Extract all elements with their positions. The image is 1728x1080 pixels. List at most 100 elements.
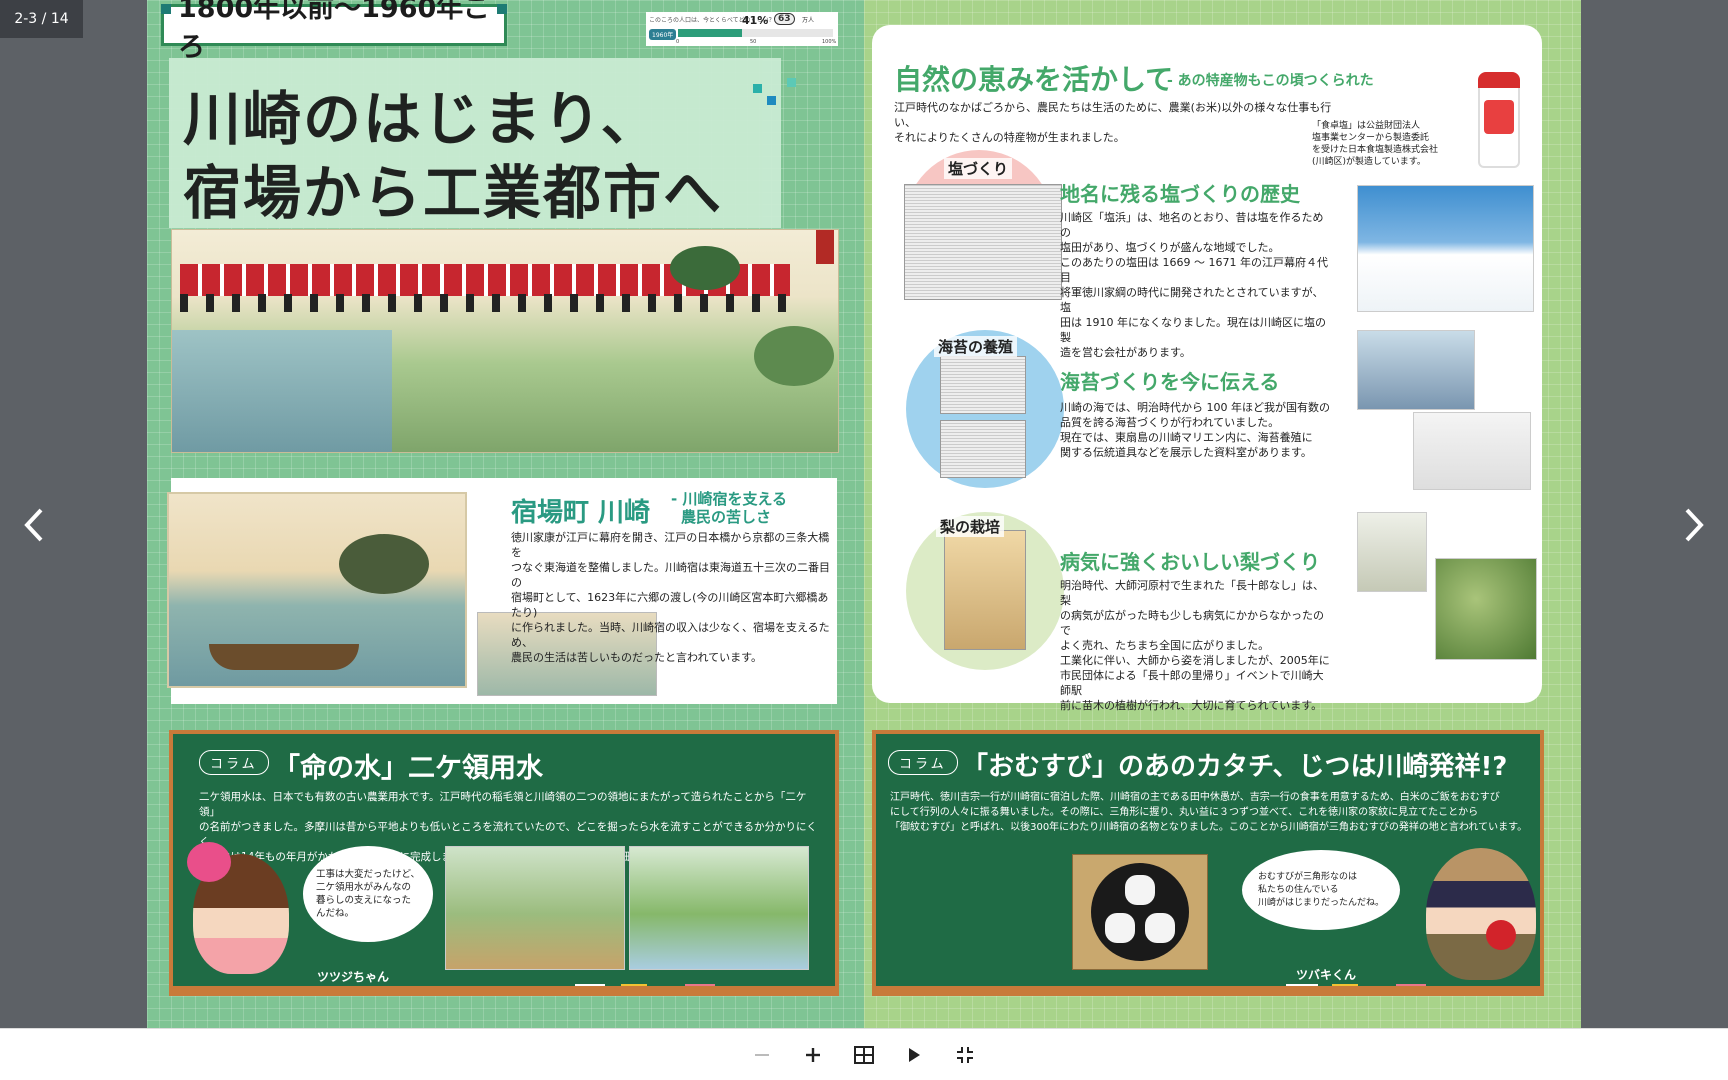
column-body-line: 二ケ領用水は、日本でも有数の古い農業用水です。江戸時代の稲毛領と川崎領の二つの領… [199, 791, 807, 818]
salt-bottle-image [1478, 72, 1520, 168]
shukuba-body-line: に作られました。当時、川崎宿の収入は少なく、宿場を支えるため、 [511, 621, 830, 649]
column-body-line: 江戸時代、徳川吉宗一行が川崎宿に宿泊した際、川崎宿の主である田中休愚が、吉宗一行… [890, 792, 1500, 803]
nori-body-line: 品質を誇る海苔づくりが行われていました。 [1060, 416, 1280, 429]
plus-icon [806, 1048, 820, 1062]
river-illustration [172, 330, 392, 452]
salt-pile-photo [1357, 185, 1534, 312]
salt-note-line: 塩事業センターから製造委託 [1312, 133, 1430, 143]
column-board-omusubi: コラム 「おむすび」のあのカタチ、じつは川崎発祥!? 江戸時代、徳川吉宗一行が川… [872, 730, 1544, 996]
page-spread: 1800年以前～1960年ごろ このころの人口は、今とくらべてどのくらい？ 41… [147, 0, 1581, 1028]
pear-body-line: 前に苗木の植樹が行われ、大切に育てられています。 [1060, 699, 1323, 712]
print-seal [816, 230, 834, 264]
left-page: 1800年以前～1960年ごろ このころの人口は、今とくらべてどのくらい？ 41… [147, 0, 864, 1028]
population-percent: 41% [742, 14, 769, 27]
column-body: 江戸時代、徳川吉宗一行が川崎宿に宿泊した際、川崎宿の主である田中休愚が、吉宗一行… [890, 790, 1530, 835]
book-viewer: 2-3 / 14 1800年以前～1960年ごろ このころの人口は、今とくらべて… [0, 0, 1728, 1028]
tsubaki-name: ツバキくん [1296, 968, 1357, 982]
pear-body: 明治時代、大師河原村で生まれた「長十郎なし」は、梨 の病気が広がった時も少しも病… [1060, 578, 1330, 713]
salt-title: 地名に残る塩づくりの歴史 [1060, 182, 1300, 206]
column-tag: コラム [888, 750, 958, 775]
shukuba-title: 宿場町 川崎 [511, 498, 651, 528]
bubble-line: 私たちの住んでいる [1257, 884, 1339, 895]
bridge-pillars-illustration [180, 294, 790, 312]
azalea-flower-icon [187, 842, 231, 882]
tsutsuji-speech-bubble: 工事は大変だったけど、 二ケ領用水がみんなの 暮らしの支えになった んだね。 [303, 846, 433, 942]
salt-note-line: (川崎区)が製造しています。 [1312, 157, 1426, 167]
nori-body: 川崎の海では、明治時代から 100 年ほど我が国有数の 品質を誇る海苔づくりが行… [1060, 400, 1330, 460]
shukuba-body-line: つなぐ東海道を整備しました。川崎宿は東海道五十三次の二番目の [511, 561, 830, 589]
nori-workshop-photo [1357, 330, 1475, 410]
nori-circle-label: 海苔の養殖 [934, 336, 1018, 357]
salt-note-line: 「食卓塩」は公益財団法人 [1312, 121, 1421, 131]
pear-body-line: の病気が広がった時も少しも病気にかからなかったので [1060, 609, 1324, 637]
salt-note: 「食卓塩」は公益財団法人 塩事業センターから製造委託 を受けた日本食塩製造株式会… [1312, 120, 1472, 168]
population-unit: 万人 [802, 17, 815, 24]
play-button[interactable] [897, 1039, 931, 1071]
nori-sketch-2 [940, 420, 1026, 478]
exit-fullscreen-icon [957, 1047, 973, 1063]
nori-body-line: 現在では、東扇島の川崎マリエン内に、海苔養殖に [1060, 431, 1313, 444]
bubble-line: 二ケ領用水がみんなの [315, 882, 411, 893]
population-badge: 63 [774, 13, 795, 25]
shukuba-body-line: 徳川家康が江戸に幕府を開き、江戸の日本橋から京都の三条大橋を [511, 531, 830, 559]
pixel-decoration [767, 96, 776, 105]
population-bar-fill [678, 29, 742, 37]
population-bar [678, 29, 833, 37]
trees-illustration [339, 534, 429, 594]
nori-museum-photo [1413, 412, 1531, 490]
bubble-line: んだね。 [315, 908, 354, 919]
salt-body-line: 塩田があり、塩づくりが盛んな地域でした。 [1060, 241, 1280, 254]
column-tag: コラム [199, 750, 269, 775]
page-counter: 2-3 / 14 [0, 0, 83, 38]
bubble-line: 工事は大変だったけど、 [315, 869, 421, 880]
zoom-out-button[interactable] [745, 1039, 779, 1071]
column-title: 「命の水」二ケ領用水 [273, 753, 543, 784]
pear-body-line: 市民団体による「長十郎の里帰り」イベントで川崎大師駅 [1060, 669, 1324, 697]
shukuba-body: 徳川家康が江戸に幕府を開き、江戸の日本橋から京都の三条大橋を つなぐ東海道を整備… [511, 530, 833, 665]
specialties-intro: 江戸時代のなかばごろから、農民たちは生活のために、農業(お米)以外の様々な仕事も… [894, 100, 1334, 145]
salt-body-line: 将軍徳川家綱の時代に開発されたとされていますが、塩 [1060, 286, 1324, 314]
board-ledge [169, 986, 839, 996]
pear-circle-label: 梨の栽培 [936, 516, 1005, 537]
salt-fields-sketch [904, 184, 1062, 300]
grid-view-button[interactable] [847, 1039, 881, 1071]
shukuba-subtitle-2: 農民の苦しさ [681, 508, 772, 526]
zoom-in-button[interactable] [796, 1039, 830, 1071]
shukuba-body-line: 宿場町として、1623年に六郷の渡し(今の川崎区宮本町六郷橋あたり) [511, 591, 829, 619]
pear-leaves-photo [1435, 558, 1537, 660]
era-title: 1800年以前～1960年ごろ [161, 0, 507, 63]
ukiyoe-print-image [171, 229, 839, 453]
prev-page-button[interactable] [14, 500, 54, 550]
pear-body-line: 明治時代、大師河原村で生まれた「長十郎なし」は、梨 [1060, 579, 1324, 607]
column-body-line: 「御紋むすび」と呼ばれ、以後300年にわたり川崎宿の名物となりました。このことか… [890, 822, 1528, 833]
boat-illustration [209, 644, 359, 670]
pear-print-image [944, 530, 1026, 650]
population-axis-0: 0 [676, 39, 680, 45]
camellia-flower-icon [1486, 920, 1516, 950]
canal-farming-illustration [629, 846, 809, 970]
pear-monument-photo [1357, 512, 1427, 592]
specialties-heading: 自然の恵みを活かして [894, 63, 1174, 96]
salt-note-line: を受けた日本食塩製造株式会社 [1312, 145, 1439, 155]
plate-illustration [1091, 863, 1189, 961]
pear-title: 病気に強くおいしい梨づくり [1060, 550, 1320, 574]
population-year: 1960年 [649, 29, 677, 40]
tsubaki-character-image [1426, 848, 1536, 980]
chevron-left-icon [24, 508, 43, 542]
play-icon [909, 1048, 920, 1062]
pine-tree-illustration [670, 246, 740, 290]
fit-screen-button[interactable] [948, 1039, 982, 1071]
kawasaki-station-print-image [167, 492, 467, 688]
population-axis-50: 50 [750, 39, 757, 45]
shukuba-body-line: 農民の生活は苦しいものだったと言われています。 [511, 651, 763, 664]
salt-body-line: このあたりの塩田は 1669 ～ 1671 年の江戸幕府４代目 [1060, 256, 1328, 284]
board-ledge [872, 986, 1544, 996]
next-page-button[interactable] [1674, 500, 1714, 550]
nori-sketch-1 [940, 356, 1026, 414]
main-title-line-1: 川崎のはじまり、 [183, 85, 661, 153]
column-title: 「おむすび」のあのカタチ、じつは川崎発祥!? [962, 752, 1508, 782]
grid-icon [854, 1046, 874, 1064]
population-indicator: このころの人口は、今とくらべてどのくらい？ 41% 63 万人 1960年 0 … [646, 12, 838, 46]
tree-illustration [754, 326, 834, 386]
salt-circle-label: 塩づくり [944, 158, 1013, 179]
